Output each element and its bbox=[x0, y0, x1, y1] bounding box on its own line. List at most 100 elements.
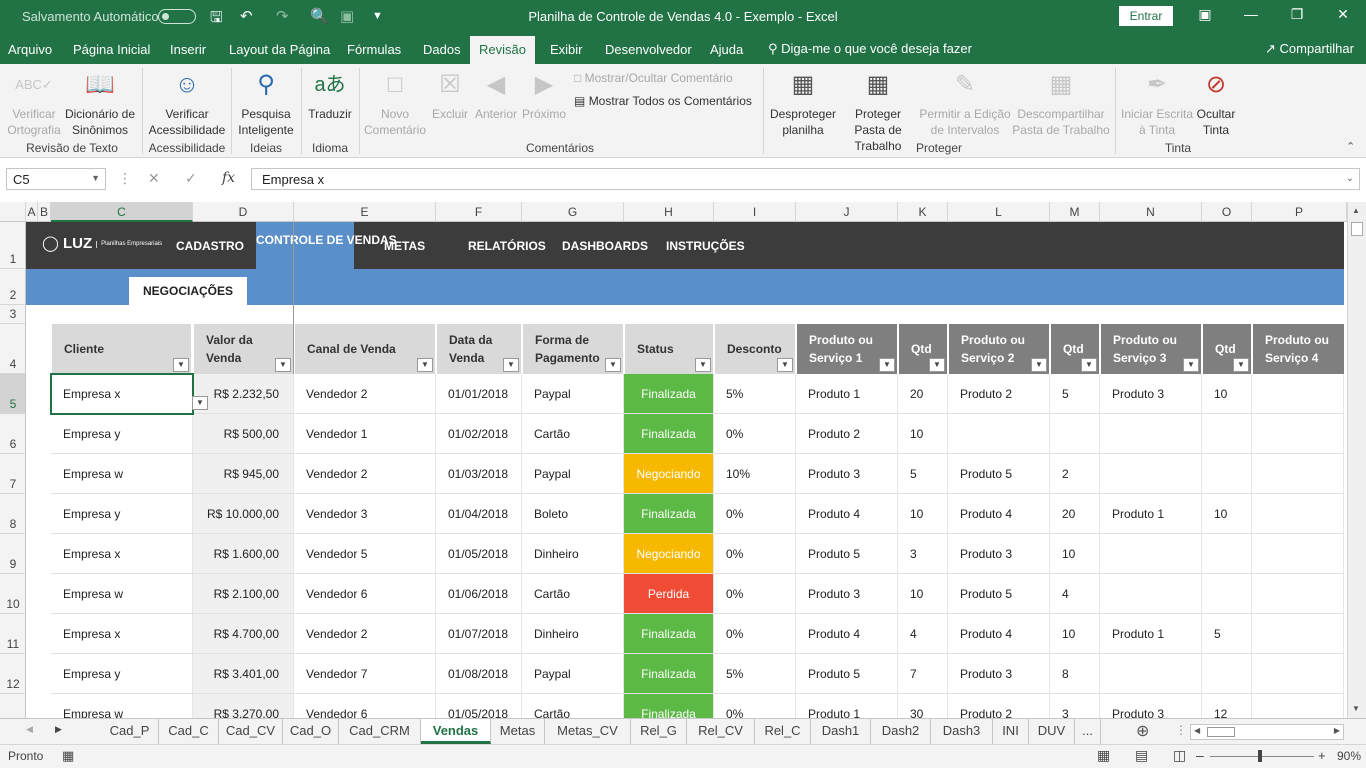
column-header-l[interactable]: L bbox=[948, 202, 1050, 222]
cell-produto-2[interactable]: Produto 3 bbox=[948, 534, 1050, 574]
translate-button[interactable]: aあ Traduzir bbox=[304, 68, 356, 122]
sheet-tab-rel-g[interactable]: Rel_G bbox=[631, 719, 687, 744]
cell-canal[interactable]: Vendedor 1 bbox=[294, 414, 436, 454]
cell-produto-1[interactable]: Produto 2 bbox=[796, 414, 898, 454]
cell-produto-2[interactable]: Produto 5 bbox=[948, 574, 1050, 614]
show-all-comments-button[interactable]: ▤ Mostrar Todos os Comentários bbox=[574, 94, 752, 108]
cell-desconto[interactable]: 0% bbox=[714, 534, 796, 574]
cell-produto-1[interactable]: Produto 3 bbox=[796, 454, 898, 494]
scroll-left-icon[interactable]: ◀ bbox=[1194, 726, 1200, 735]
ribbon-display-icon[interactable]: ▣ bbox=[1190, 6, 1220, 23]
cell-produto-2[interactable] bbox=[948, 414, 1050, 454]
restore-icon[interactable]: ❐ bbox=[1282, 6, 1312, 23]
cell-produto-2[interactable]: Produto 3 bbox=[948, 654, 1050, 694]
tab-ajuda[interactable]: Ajuda bbox=[710, 42, 743, 57]
cell-desconto[interactable]: 0% bbox=[714, 414, 796, 454]
cell-data[interactable]: 01/04/2018 bbox=[436, 494, 522, 534]
cell-qtd-1[interactable]: 3 bbox=[898, 534, 948, 574]
cell-qtd-2[interactable]: 8 bbox=[1050, 654, 1100, 694]
cell-status[interactable]: Perdida bbox=[624, 574, 714, 614]
enter-icon[interactable]: ✓ bbox=[185, 170, 197, 187]
cell-qtd-3[interactable]: 10 bbox=[1202, 494, 1252, 534]
tell-me-search[interactable]: ⚲ Diga-me o que você deseja fazer bbox=[768, 41, 972, 57]
cell-produto-4[interactable] bbox=[1252, 374, 1344, 414]
cell-data[interactable]: 01/01/2018 bbox=[436, 374, 522, 414]
cell-status[interactable]: Negociando bbox=[624, 454, 714, 494]
cell-status[interactable]: Finalizada bbox=[624, 374, 714, 414]
cell-produto-4[interactable] bbox=[1252, 654, 1344, 694]
cell-data[interactable]: 01/06/2018 bbox=[436, 574, 522, 614]
cell-valor[interactable]: R$ 4.700,00 bbox=[193, 614, 294, 654]
filter-dropdown-icon[interactable]: ▼ bbox=[929, 358, 945, 372]
tab-desenvolvedor[interactable]: Desenvolvedor bbox=[605, 42, 692, 57]
thesaurus-button[interactable]: 📖 Dicionário de Sinônimos bbox=[62, 68, 138, 138]
start-inking-button[interactable]: ✒ Iniciar Escrita à Tinta bbox=[1118, 68, 1196, 138]
cell-qtd-3[interactable] bbox=[1202, 654, 1252, 694]
cell-canal[interactable]: Vendedor 7 bbox=[294, 654, 436, 694]
column-header-g[interactable]: G bbox=[522, 202, 624, 222]
sheet-tab-dash3[interactable]: Dash3 bbox=[931, 719, 993, 744]
nav-dashboards[interactable]: DASHBOARDS bbox=[562, 239, 648, 253]
sheet-tab-rel-cv[interactable]: Rel_CV bbox=[687, 719, 755, 744]
cell-produto-3[interactable] bbox=[1100, 414, 1202, 454]
cell-desconto[interactable]: 0% bbox=[714, 694, 796, 718]
cell-qtd-3[interactable]: 5 bbox=[1202, 614, 1252, 654]
check-accessibility-button[interactable]: ☺ Verificar Acessibilidade bbox=[146, 68, 228, 138]
row-header-9[interactable]: 9 bbox=[0, 534, 26, 574]
cell-produto-1[interactable]: Produto 5 bbox=[796, 534, 898, 574]
cell-qtd-3[interactable] bbox=[1202, 414, 1252, 454]
cell-canal[interactable]: Vendedor 5 bbox=[294, 534, 436, 574]
filter-dropdown-icon[interactable]: ▼ bbox=[173, 358, 189, 372]
unshare-workbook-button[interactable]: ▦ Descompartilhar Pasta de Trabalho bbox=[1012, 68, 1110, 138]
cell-qtd-2[interactable]: 2 bbox=[1050, 454, 1100, 494]
cell-forma-pagamento[interactable]: Boleto bbox=[522, 494, 624, 534]
cell-forma-pagamento[interactable]: Cartão bbox=[522, 574, 624, 614]
cell-data[interactable]: 01/08/2018 bbox=[436, 654, 522, 694]
column-header-b[interactable]: B bbox=[38, 202, 51, 222]
cell-canal[interactable]: Vendedor 2 bbox=[294, 614, 436, 654]
unprotect-sheet-button[interactable]: ▦ Desproteger planilha bbox=[768, 68, 838, 138]
cell-produto-4[interactable] bbox=[1252, 494, 1344, 534]
cell-produto-4[interactable] bbox=[1252, 614, 1344, 654]
nav-metas[interactable]: METAS bbox=[384, 239, 425, 253]
cell-produto-3[interactable] bbox=[1100, 534, 1202, 574]
close-icon[interactable]: ✕ bbox=[1328, 6, 1358, 23]
cell-forma-pagamento[interactable]: Paypal bbox=[522, 374, 624, 414]
zoom-level[interactable]: 90% bbox=[1337, 749, 1361, 763]
cell-desconto[interactable]: 10% bbox=[714, 454, 796, 494]
cell-qtd-2[interactable]: 3 bbox=[1050, 694, 1100, 718]
cell-forma-pagamento[interactable]: Dinheiro bbox=[522, 534, 624, 574]
next-sheet-icon[interactable]: ▶ bbox=[55, 724, 62, 735]
zoom-slider-thumb[interactable] bbox=[1258, 750, 1262, 762]
minimize-icon[interactable]: — bbox=[1236, 6, 1266, 22]
select-all-corner[interactable] bbox=[0, 202, 26, 222]
cell-produto-1[interactable]: Produto 4 bbox=[796, 494, 898, 534]
sheet-tab-vendas[interactable]: Vendas bbox=[421, 719, 491, 744]
cell-produto-3[interactable]: Produto 3 bbox=[1100, 374, 1202, 414]
next-comment-button[interactable]: ▶ Próximo bbox=[520, 68, 568, 122]
previous-comment-button[interactable]: ◀ Anterior bbox=[472, 68, 520, 122]
filter-dropdown-icon[interactable]: ▼ bbox=[503, 358, 519, 372]
cell-canal[interactable]: Vendedor 3 bbox=[294, 494, 436, 534]
show-hide-comment-button[interactable]: □ Mostrar/Ocultar Comentário bbox=[574, 71, 733, 85]
tab-pagina-inicial[interactable]: Página Inicial bbox=[73, 42, 150, 57]
cell-produto-3[interactable]: Produto 1 bbox=[1100, 494, 1202, 534]
cell-canal[interactable]: Vendedor 6 bbox=[294, 574, 436, 614]
sheet-tab-metas-cv[interactable]: Metas_CV bbox=[545, 719, 631, 744]
cell-desconto[interactable]: 0% bbox=[714, 494, 796, 534]
cell-qtd-2[interactable] bbox=[1050, 414, 1100, 454]
filter-dropdown-icon[interactable]: ▼ bbox=[1081, 358, 1097, 372]
column-header-p[interactable]: P bbox=[1252, 202, 1347, 222]
cell-forma-pagamento[interactable]: Dinheiro bbox=[522, 614, 624, 654]
cell-forma-pagamento[interactable]: Paypal bbox=[522, 454, 624, 494]
cell-cliente[interactable]: Empresa w bbox=[51, 454, 193, 494]
tab-layout[interactable]: Layout da Página bbox=[229, 42, 330, 57]
cell-canal[interactable]: Vendedor 2 bbox=[294, 454, 436, 494]
column-header-f[interactable]: F bbox=[436, 202, 522, 222]
cell-forma-pagamento[interactable]: Cartão bbox=[522, 694, 624, 718]
column-header-m[interactable]: M bbox=[1050, 202, 1100, 222]
cell-status[interactable]: Finalizada bbox=[624, 614, 714, 654]
filter-dropdown-icon[interactable]: ▼ bbox=[1031, 358, 1047, 372]
nav-controle-de-vendas[interactable]: CONTROLE DE VENDAS bbox=[256, 222, 397, 269]
cell-produto-3[interactable]: Produto 1 bbox=[1100, 614, 1202, 654]
